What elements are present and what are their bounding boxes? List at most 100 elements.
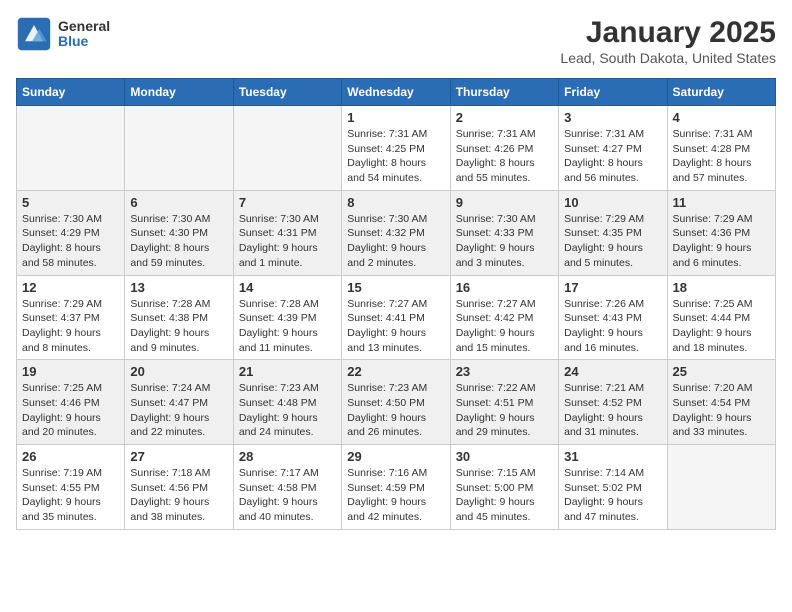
day-info: Sunrise: 7:14 AM Sunset: 5:02 PM Dayligh… bbox=[564, 466, 661, 525]
day-number: 5 bbox=[22, 195, 119, 210]
day-info: Sunrise: 7:20 AM Sunset: 4:54 PM Dayligh… bbox=[673, 381, 770, 440]
day-number: 14 bbox=[239, 280, 336, 295]
calendar-day-cell: 5 Sunrise: 7:30 AM Sunset: 4:29 PM Daylig… bbox=[17, 190, 125, 275]
calendar-day-cell: 7 Sunrise: 7:30 AM Sunset: 4:31 PM Daylig… bbox=[233, 190, 341, 275]
day-info: Sunrise: 7:23 AM Sunset: 4:50 PM Dayligh… bbox=[347, 381, 444, 440]
weekday-header: Friday bbox=[559, 79, 667, 106]
weekday-header: Thursday bbox=[450, 79, 558, 106]
calendar-day-cell: 26 Sunrise: 7:19 AM Sunset: 4:55 PM Dayli… bbox=[17, 445, 125, 530]
day-info: Sunrise: 7:23 AM Sunset: 4:48 PM Dayligh… bbox=[239, 381, 336, 440]
calendar-day-cell: 20 Sunrise: 7:24 AM Sunset: 4:47 PM Dayli… bbox=[125, 360, 233, 445]
calendar-day-cell: 23Sunrise: 7:22 AM Sunset: 4:51 PM Dayli… bbox=[450, 360, 558, 445]
day-info: Sunrise: 7:16 AM Sunset: 4:59 PM Dayligh… bbox=[347, 466, 444, 525]
day-info: Sunrise: 7:25 AM Sunset: 4:44 PM Dayligh… bbox=[673, 297, 770, 356]
day-info: Sunrise: 7:22 AM Sunset: 4:51 PM Dayligh… bbox=[456, 381, 553, 440]
calendar-day-cell: 27 Sunrise: 7:18 AM Sunset: 4:56 PM Dayli… bbox=[125, 445, 233, 530]
day-number: 2 bbox=[456, 110, 553, 125]
day-number: 31 bbox=[564, 449, 661, 464]
calendar-day-cell: 14 Sunrise: 7:28 AM Sunset: 4:39 PM Dayli… bbox=[233, 275, 341, 360]
day-info: Sunrise: 7:28 AM Sunset: 4:39 PM Dayligh… bbox=[239, 297, 336, 356]
day-number: 24 bbox=[564, 364, 661, 379]
calendar-day-cell: 30 Sunrise: 7:15 AM Sunset: 5:00 PM Dayli… bbox=[450, 445, 558, 530]
calendar-day-cell: 22 Sunrise: 7:23 AM Sunset: 4:50 PM Dayli… bbox=[342, 360, 450, 445]
weekday-header: Tuesday bbox=[233, 79, 341, 106]
calendar-week-row: 26 Sunrise: 7:19 AM Sunset: 4:55 PM Dayli… bbox=[17, 445, 776, 530]
logo: General Blue bbox=[16, 16, 110, 52]
day-info: Sunrise: 7:29 AM Sunset: 4:35 PM Dayligh… bbox=[564, 212, 661, 271]
calendar-day-cell: 2 Sunrise: 7:31 AM Sunset: 4:26 PM Daylig… bbox=[450, 106, 558, 191]
weekday-header: Saturday bbox=[667, 79, 775, 106]
day-info: Sunrise: 7:24 AM Sunset: 4:47 PM Dayligh… bbox=[130, 381, 227, 440]
day-info: Sunrise: 7:31 AM Sunset: 4:26 PM Dayligh… bbox=[456, 127, 553, 186]
day-info: Sunrise: 7:30 AM Sunset: 4:29 PM Dayligh… bbox=[22, 212, 119, 271]
calendar-day-cell: 4Sunrise: 7:31 AM Sunset: 4:28 PM Daylig… bbox=[667, 106, 775, 191]
day-number: 20 bbox=[130, 364, 227, 379]
calendar-day-cell: 31 Sunrise: 7:14 AM Sunset: 5:02 PM Dayli… bbox=[559, 445, 667, 530]
day-info: Sunrise: 7:21 AM Sunset: 4:52 PM Dayligh… bbox=[564, 381, 661, 440]
day-number: 15 bbox=[347, 280, 444, 295]
day-number: 26 bbox=[22, 449, 119, 464]
day-number: 13 bbox=[130, 280, 227, 295]
title-block: January 2025 Lead, South Dakota, United … bbox=[560, 16, 776, 66]
location: Lead, South Dakota, United States bbox=[560, 50, 776, 66]
calendar-week-row: 5 Sunrise: 7:30 AM Sunset: 4:29 PM Daylig… bbox=[17, 190, 776, 275]
day-number: 16 bbox=[456, 280, 553, 295]
calendar-table: SundayMondayTuesdayWednesdayThursdayFrid… bbox=[16, 78, 776, 530]
calendar-week-row: 12Sunrise: 7:29 AM Sunset: 4:37 PM Dayli… bbox=[17, 275, 776, 360]
day-number: 28 bbox=[239, 449, 336, 464]
day-info: Sunrise: 7:31 AM Sunset: 4:25 PM Dayligh… bbox=[347, 127, 444, 186]
weekday-header: Wednesday bbox=[342, 79, 450, 106]
day-info: Sunrise: 7:31 AM Sunset: 4:28 PM Dayligh… bbox=[673, 127, 770, 186]
calendar-day-cell: 18Sunrise: 7:25 AM Sunset: 4:44 PM Dayli… bbox=[667, 275, 775, 360]
calendar-day-cell: 8Sunrise: 7:30 AM Sunset: 4:32 PM Daylig… bbox=[342, 190, 450, 275]
calendar-day-cell: 17Sunrise: 7:26 AM Sunset: 4:43 PM Dayli… bbox=[559, 275, 667, 360]
day-info: Sunrise: 7:28 AM Sunset: 4:38 PM Dayligh… bbox=[130, 297, 227, 356]
calendar-day-cell: 24 Sunrise: 7:21 AM Sunset: 4:52 PM Dayli… bbox=[559, 360, 667, 445]
calendar-day-cell: 15 Sunrise: 7:27 AM Sunset: 4:41 PM Dayli… bbox=[342, 275, 450, 360]
day-number: 6 bbox=[130, 195, 227, 210]
calendar-day-cell bbox=[233, 106, 341, 191]
calendar-day-cell: 19Sunrise: 7:25 AM Sunset: 4:46 PM Dayli… bbox=[17, 360, 125, 445]
day-info: Sunrise: 7:26 AM Sunset: 4:43 PM Dayligh… bbox=[564, 297, 661, 356]
calendar-day-cell: 1 Sunrise: 7:31 AM Sunset: 4:25 PM Daylig… bbox=[342, 106, 450, 191]
day-info: Sunrise: 7:30 AM Sunset: 4:31 PM Dayligh… bbox=[239, 212, 336, 271]
day-info: Sunrise: 7:18 AM Sunset: 4:56 PM Dayligh… bbox=[130, 466, 227, 525]
day-info: Sunrise: 7:15 AM Sunset: 5:00 PM Dayligh… bbox=[456, 466, 553, 525]
day-number: 22 bbox=[347, 364, 444, 379]
calendar-day-cell: 3Sunrise: 7:31 AM Sunset: 4:27 PM Daylig… bbox=[559, 106, 667, 191]
logo-general: General bbox=[58, 19, 110, 34]
calendar-header-row: SundayMondayTuesdayWednesdayThursdayFrid… bbox=[17, 79, 776, 106]
day-number: 27 bbox=[130, 449, 227, 464]
calendar-day-cell: 25Sunrise: 7:20 AM Sunset: 4:54 PM Dayli… bbox=[667, 360, 775, 445]
calendar-day-cell: 9 Sunrise: 7:30 AM Sunset: 4:33 PM Daylig… bbox=[450, 190, 558, 275]
calendar-week-row: 1 Sunrise: 7:31 AM Sunset: 4:25 PM Daylig… bbox=[17, 106, 776, 191]
day-number: 11 bbox=[673, 195, 770, 210]
day-info: Sunrise: 7:29 AM Sunset: 4:37 PM Dayligh… bbox=[22, 297, 119, 356]
calendar-day-cell: 13 Sunrise: 7:28 AM Sunset: 4:38 PM Dayli… bbox=[125, 275, 233, 360]
day-info: Sunrise: 7:25 AM Sunset: 4:46 PM Dayligh… bbox=[22, 381, 119, 440]
calendar-day-cell: 10 Sunrise: 7:29 AM Sunset: 4:35 PM Dayli… bbox=[559, 190, 667, 275]
day-number: 1 bbox=[347, 110, 444, 125]
day-info: Sunrise: 7:30 AM Sunset: 4:33 PM Dayligh… bbox=[456, 212, 553, 271]
day-number: 3 bbox=[564, 110, 661, 125]
weekday-header: Monday bbox=[125, 79, 233, 106]
page-header: General Blue January 2025 Lead, South Da… bbox=[16, 16, 776, 66]
calendar-day-cell bbox=[17, 106, 125, 191]
day-info: Sunrise: 7:17 AM Sunset: 4:58 PM Dayligh… bbox=[239, 466, 336, 525]
day-number: 10 bbox=[564, 195, 661, 210]
day-info: Sunrise: 7:27 AM Sunset: 4:41 PM Dayligh… bbox=[347, 297, 444, 356]
calendar-week-row: 19Sunrise: 7:25 AM Sunset: 4:46 PM Dayli… bbox=[17, 360, 776, 445]
day-number: 30 bbox=[456, 449, 553, 464]
calendar-day-cell: 11 Sunrise: 7:29 AM Sunset: 4:36 PM Dayli… bbox=[667, 190, 775, 275]
calendar-day-cell: 12Sunrise: 7:29 AM Sunset: 4:37 PM Dayli… bbox=[17, 275, 125, 360]
day-info: Sunrise: 7:27 AM Sunset: 4:42 PM Dayligh… bbox=[456, 297, 553, 356]
day-info: Sunrise: 7:29 AM Sunset: 4:36 PM Dayligh… bbox=[673, 212, 770, 271]
logo-icon bbox=[16, 16, 52, 52]
calendar-day-cell bbox=[125, 106, 233, 191]
day-number: 9 bbox=[456, 195, 553, 210]
day-number: 21 bbox=[239, 364, 336, 379]
month-title: January 2025 bbox=[560, 16, 776, 50]
day-number: 7 bbox=[239, 195, 336, 210]
logo-blue: Blue bbox=[58, 34, 110, 49]
day-info: Sunrise: 7:19 AM Sunset: 4:55 PM Dayligh… bbox=[22, 466, 119, 525]
